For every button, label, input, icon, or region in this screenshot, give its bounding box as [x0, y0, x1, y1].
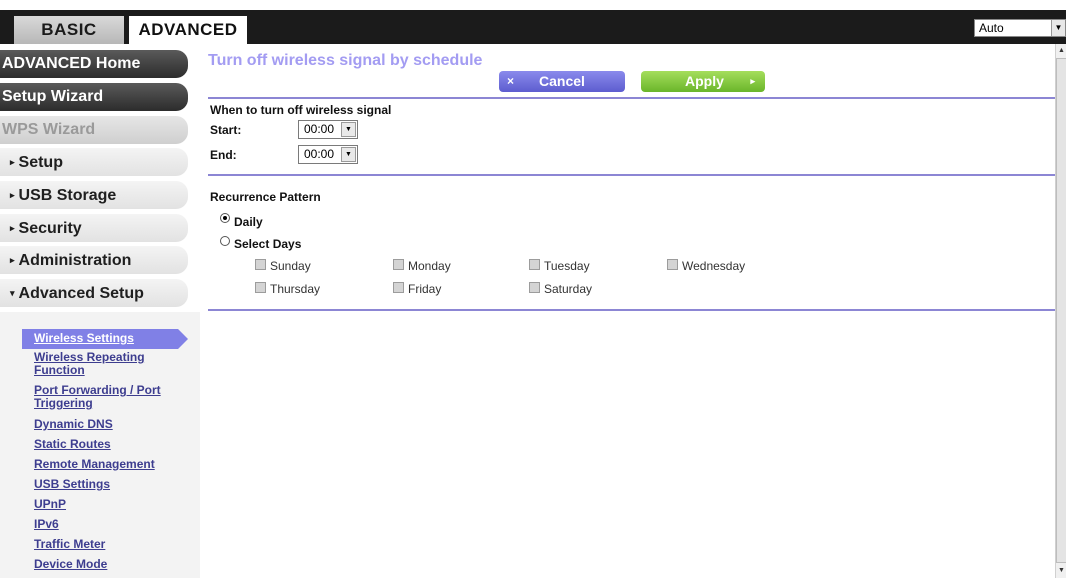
wednesday-label: Wednesday	[682, 259, 746, 273]
sidebar: ADVANCED Home Setup Wizard WPS Wizard ▸ S…	[0, 44, 200, 578]
submenu-usb-settings[interactable]: USB Settings	[34, 478, 110, 491]
scroll-up-icon[interactable]: ▲	[1056, 44, 1066, 58]
monday-label: Monday	[408, 259, 451, 273]
submenu-port-forwarding[interactable]: Port Forwarding / Port Triggering	[34, 384, 174, 410]
end-time-value: 00:00	[304, 147, 335, 161]
end-time-select[interactable]: 00:00 ▼	[298, 145, 358, 164]
submenu-dynamic-dns[interactable]: Dynamic DNS	[34, 418, 113, 431]
section-divider	[208, 174, 1055, 176]
start-time-select[interactable]: 00:00 ▼	[298, 120, 358, 139]
sidebar-item-setup-wizard[interactable]: Setup Wizard	[0, 83, 188, 111]
caret-right-icon: ▸	[10, 255, 15, 265]
sunday-label: Sunday	[270, 259, 311, 273]
submenu-ipv6[interactable]: IPv6	[34, 518, 59, 531]
submenu-traffic-meter[interactable]: Traffic Meter	[34, 538, 105, 551]
sidebar-item-setup[interactable]: ▸ Setup	[0, 148, 188, 176]
sidebar-item-label: ADVANCED Home	[2, 55, 141, 72]
cancel-button[interactable]: × Cancel	[499, 71, 625, 92]
sidebar-item-advanced-setup[interactable]: ▾ Advanced Setup	[0, 279, 188, 307]
section-divider	[208, 309, 1055, 311]
sidebar-item-label: Setup	[18, 154, 63, 171]
sidebar-item-advanced-home[interactable]: ADVANCED Home	[0, 50, 188, 78]
submenu-wireless-repeating-function[interactable]: Wireless Repeating Function	[34, 351, 174, 377]
friday-checkbox[interactable]	[393, 282, 404, 293]
daily-label: Daily	[234, 215, 263, 229]
section-heading-schedule: When to turn off wireless signal	[210, 103, 392, 117]
apply-button[interactable]: Apply ▸	[641, 71, 765, 92]
arrow-right-icon: ▸	[750, 76, 755, 86]
thursday-checkbox[interactable]	[255, 282, 266, 293]
monday-checkbox[interactable]	[393, 259, 404, 270]
chevron-down-icon[interactable]: ▼	[341, 147, 356, 162]
apply-button-label: Apply	[685, 73, 724, 89]
language-select-value: Auto	[979, 21, 1004, 35]
cancel-button-label: Cancel	[539, 73, 585, 89]
sunday-checkbox[interactable]	[255, 259, 266, 270]
sidebar-item-label: Security	[18, 220, 82, 237]
sidebar-item-label: USB Storage	[18, 187, 117, 204]
router-admin-page: BASIC ADVANCED Auto ▼ ADVANCED Home Setu…	[0, 0, 1066, 578]
caret-right-icon: ▸	[10, 223, 15, 233]
tab-basic[interactable]: BASIC	[14, 16, 124, 44]
chevron-down-icon[interactable]: ▼	[1051, 20, 1065, 36]
section-divider	[208, 97, 1055, 99]
select-days-label: Select Days	[234, 237, 302, 251]
caret-right-icon: ▸	[10, 190, 15, 200]
friday-label: Friday	[408, 282, 442, 296]
scrollbar-thumb[interactable]	[1056, 58, 1066, 563]
submenu-device-mode[interactable]: Device Mode	[34, 558, 107, 571]
sidebar-item-label: WPS Wizard	[2, 121, 96, 138]
end-label: End:	[210, 148, 237, 162]
main-content: Turn off wireless signal by schedule × C…	[200, 44, 1055, 578]
submenu-wireless-settings[interactable]: Wireless Settings	[34, 332, 134, 345]
thursday-label: Thursday	[270, 282, 321, 296]
page-title: Turn off wireless signal by schedule	[208, 52, 483, 69]
top-bar: BASIC ADVANCED Auto ▼	[0, 0, 1066, 44]
scroll-down-icon[interactable]: ▼	[1056, 564, 1066, 578]
sidebar-item-wps-wizard[interactable]: WPS Wizard	[0, 116, 188, 144]
sidebar-item-security[interactable]: ▸ Security	[0, 214, 188, 242]
language-select[interactable]: Auto ▼	[974, 19, 1066, 37]
caret-right-icon: ▸	[10, 157, 15, 167]
tuesday-label: Tuesday	[544, 259, 590, 273]
tab-advanced[interactable]: ADVANCED	[129, 16, 247, 44]
saturday-label: Saturday	[544, 282, 593, 296]
sidebar-item-label: Advanced Setup	[18, 285, 144, 302]
submenu-remote-management[interactable]: Remote Management	[34, 458, 155, 471]
start-label: Start:	[210, 123, 242, 137]
tuesday-checkbox[interactable]	[529, 259, 540, 270]
wednesday-checkbox[interactable]	[667, 259, 678, 270]
sidebar-item-usb-storage[interactable]: ▸ USB Storage	[0, 181, 188, 209]
sidebar-item-label: Administration	[18, 252, 132, 269]
submenu-upnp[interactable]: UPnP	[34, 498, 66, 511]
daily-radio[interactable]	[220, 213, 230, 223]
section-heading-recurrence: Recurrence Pattern	[210, 190, 321, 204]
chevron-down-icon[interactable]: ▼	[341, 122, 356, 137]
vertical-scrollbar[interactable]: ▲ ▼	[1055, 44, 1066, 578]
submenu-static-routes[interactable]: Static Routes	[34, 438, 111, 451]
sidebar-item-label: Setup Wizard	[2, 88, 104, 105]
select-days-radio[interactable]	[220, 236, 230, 246]
close-icon: ×	[507, 74, 515, 88]
start-time-value: 00:00	[304, 122, 335, 136]
caret-down-icon: ▾	[10, 288, 15, 298]
saturday-checkbox[interactable]	[529, 282, 540, 293]
sidebar-item-administration[interactable]: ▸ Administration	[0, 246, 188, 274]
